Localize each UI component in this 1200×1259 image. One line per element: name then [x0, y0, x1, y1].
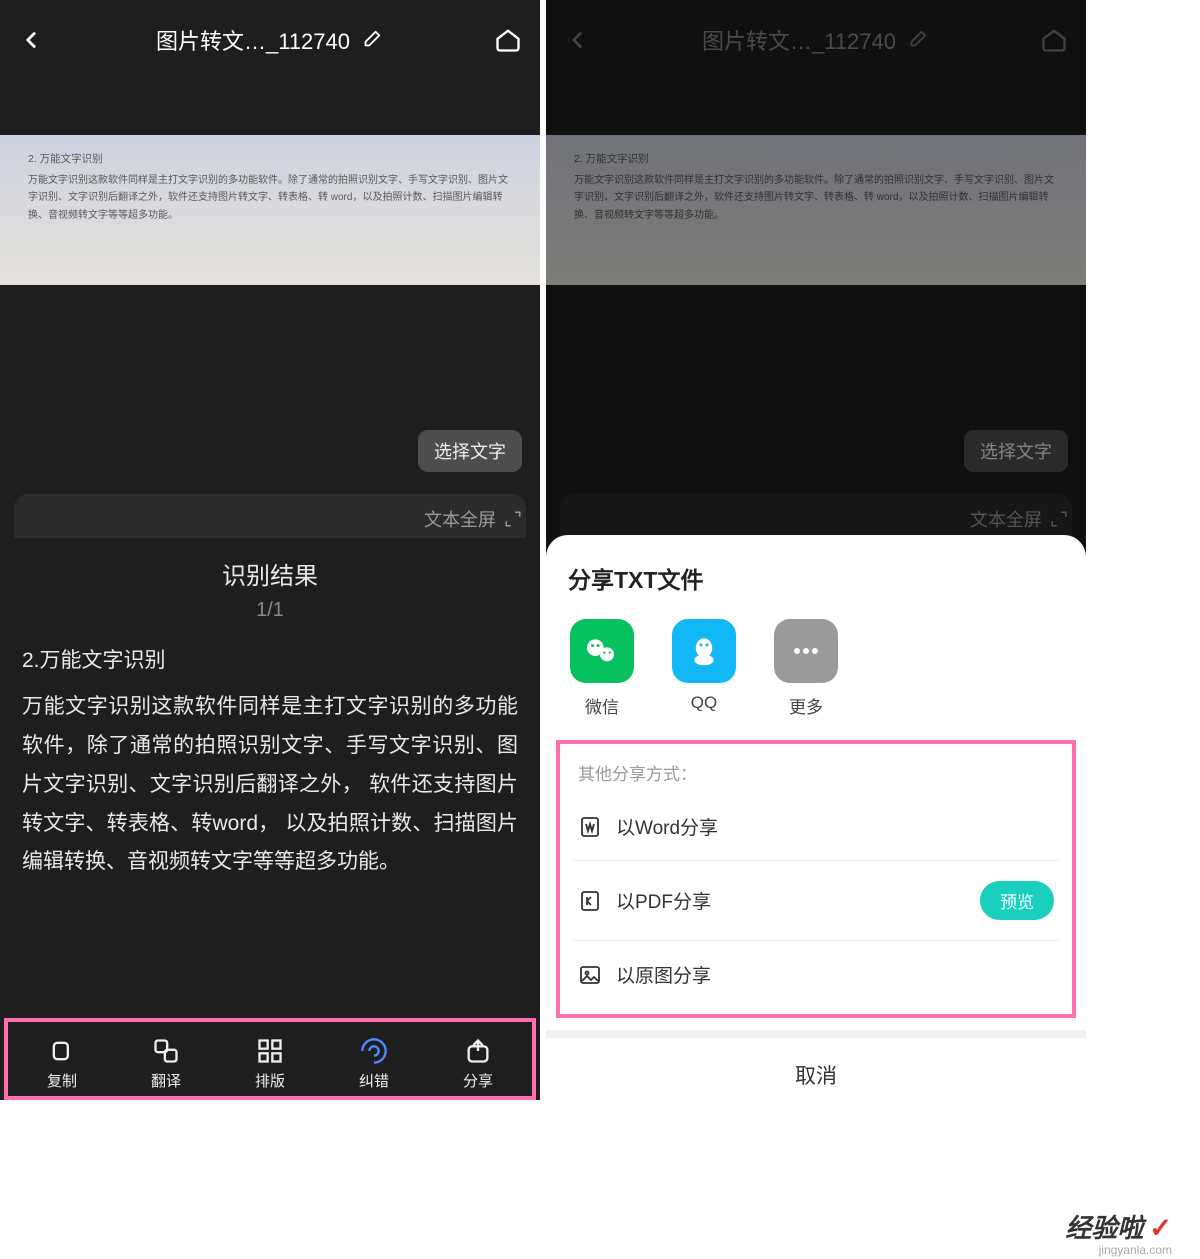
more-icon — [774, 619, 838, 683]
copy-button[interactable]: 复制 — [10, 1037, 114, 1091]
result-section: 识别结果 1/1 2.万能文字识别 万能文字识别这款软件同样是主打文字识别的多功… — [0, 556, 540, 882]
translate-label: 翻译 — [151, 1070, 181, 1091]
watermark-text: 经验啦 — [1065, 1208, 1143, 1245]
phone-right: 图片转文…_112740 2. 万能文字识别 万能文字识别这款软件同样是主打文字… — [546, 0, 1086, 1100]
qq-icon — [672, 619, 736, 683]
share-label: 分享 — [463, 1070, 493, 1091]
other-share-section: 其他分享方式： 以Word分享 以PDF分享 预览 — [558, 740, 1074, 1018]
share-image-label: 以原图分享 — [616, 961, 711, 988]
share-apps-row: 微信 QQ 更多 — [546, 613, 1086, 740]
more-label: 更多 — [789, 693, 823, 718]
home-icon[interactable] — [494, 26, 522, 54]
watermark-url: jingyanla.com — [1099, 1243, 1172, 1257]
result-heading: 识别结果 — [22, 556, 518, 591]
share-icon — [464, 1037, 492, 1065]
phone-left: 图片转文…_112740 2. 万能文字识别 万能文字识别这款软件同样是主打文字… — [0, 0, 540, 1100]
share-button[interactable]: 分享 — [426, 1037, 530, 1091]
share-sheet: 分享TXT文件 微信 QQ — [546, 535, 1086, 1100]
correct-button[interactable]: 纠错 — [322, 1037, 426, 1091]
layout-label: 排版 — [255, 1070, 285, 1091]
wechat-label: 微信 — [585, 693, 619, 718]
edit-icon[interactable] — [360, 29, 382, 51]
pdf-icon — [578, 889, 602, 913]
select-text-button[interactable]: 选择文字 — [418, 430, 522, 472]
share-as-word[interactable]: 以Word分享 — [572, 793, 1060, 861]
result-line1: 2.万能文字识别 — [22, 644, 518, 674]
scan-body: 万能文字识别这款软件同样是主打文字识别的多功能软件。除了通常的拍照识别文字、手写… — [28, 172, 512, 225]
share-qq[interactable]: QQ — [672, 619, 736, 718]
correct-label: 纠错 — [359, 1070, 389, 1091]
share-more[interactable]: 更多 — [774, 619, 838, 718]
correct-icon — [360, 1037, 388, 1065]
layout-icon — [256, 1037, 284, 1065]
other-share-title: 其他分享方式： — [572, 750, 1060, 793]
share-pdf-label: 以PDF分享 — [616, 887, 711, 914]
scanned-image: 2. 万能文字识别 万能文字识别这款软件同样是主打文字识别的多功能软件。除了通常… — [0, 80, 540, 340]
watermark-check-icon: ✓ — [1149, 1213, 1172, 1244]
preview-button[interactable]: 预览 — [980, 881, 1054, 920]
layout-button[interactable]: 排版 — [218, 1037, 322, 1091]
copy-label: 复制 — [47, 1070, 77, 1091]
share-as-pdf[interactable]: 以PDF分享 预览 — [572, 861, 1060, 941]
translate-button[interactable]: 翻译 — [114, 1037, 218, 1091]
word-icon — [578, 815, 602, 839]
wechat-icon — [570, 619, 634, 683]
share-sheet-title: 分享TXT文件 — [546, 561, 1086, 613]
fullscreen-label: 文本全屏 — [424, 506, 496, 532]
result-paragraph: 万能文字识别这款软件同样是主打文字识别的多功能软件，除了通常的拍照识别文字、手写… — [22, 688, 518, 882]
bottom-toolbar: 复制 翻译 排版 纠错 分享 — [0, 1022, 540, 1100]
back-icon[interactable] — [18, 27, 44, 53]
share-word-label: 以Word分享 — [616, 813, 718, 840]
cancel-button[interactable]: 取消 — [546, 1030, 1086, 1100]
share-wechat[interactable]: 微信 — [570, 619, 634, 718]
translate-icon — [152, 1037, 180, 1065]
header: 图片转文…_112740 — [0, 0, 540, 80]
page-title: 图片转文…_112740 — [156, 24, 350, 56]
qq-label: QQ — [691, 693, 717, 713]
image-icon — [578, 963, 602, 987]
expand-icon — [504, 510, 522, 528]
fullscreen-bar[interactable]: 文本全屏 — [24, 494, 522, 544]
watermark: 经验啦 ✓ — [1065, 1208, 1172, 1245]
result-pager: 1/1 — [22, 599, 518, 622]
scan-title: 2. 万能文字识别 — [28, 151, 512, 168]
copy-icon — [48, 1037, 76, 1065]
share-as-image[interactable]: 以原图分享 — [572, 941, 1060, 1008]
